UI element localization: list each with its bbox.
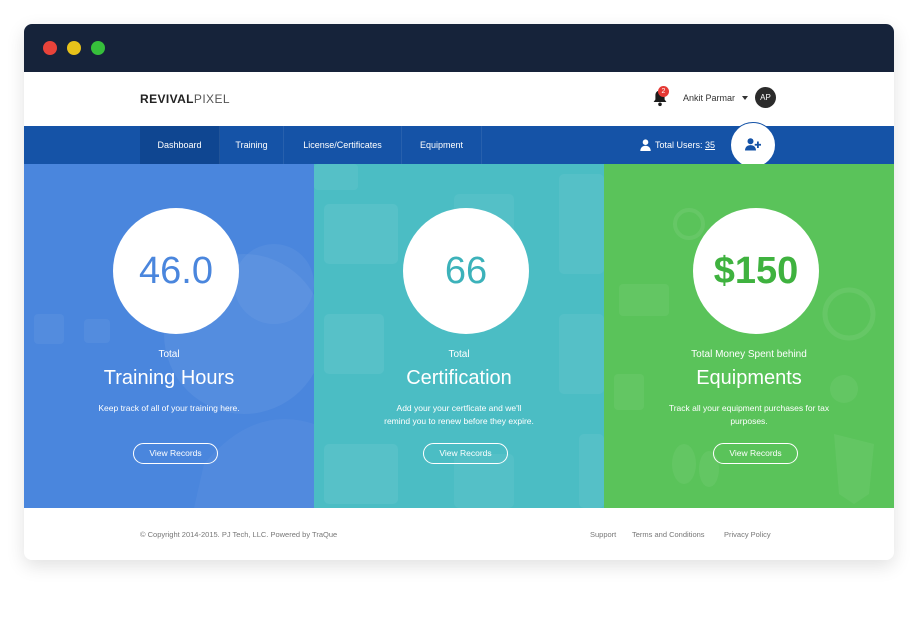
certification-title: Certification bbox=[406, 367, 512, 389]
avatar[interactable]: AP bbox=[755, 87, 776, 108]
main-nav: Dashboard Training License/Certificates … bbox=[24, 122, 894, 168]
user-menu-name[interactable]: Ankit Parmar bbox=[683, 93, 735, 103]
certification-value: 66 bbox=[403, 208, 529, 334]
maximize-window-button[interactable] bbox=[91, 41, 105, 55]
user-icon bbox=[640, 139, 651, 151]
equipments-pretitle: Total Money Spent behind bbox=[691, 349, 807, 360]
total-users-label: Total Users: bbox=[655, 140, 703, 150]
stats-panels: 46.0 Total Training Hours Keep track of … bbox=[24, 164, 894, 508]
equipments-value: $150 bbox=[693, 208, 819, 334]
training-hours-description: Keep track of all of your training here. bbox=[98, 403, 240, 413]
add-user-icon bbox=[745, 138, 761, 151]
footer: © Copyright 2014-2015. PJ Tech, LLC. Pow… bbox=[24, 508, 894, 560]
view-equipment-records-button[interactable]: View Records bbox=[713, 443, 798, 464]
window-titlebar bbox=[24, 24, 894, 72]
certification-description: Add your your certficate and we'll remin… bbox=[384, 403, 534, 426]
logo[interactable]: REVIVALPIXEL bbox=[140, 92, 230, 106]
tab-dashboard[interactable]: Dashboard bbox=[140, 126, 220, 164]
view-training-records-button[interactable]: View Records bbox=[133, 443, 218, 464]
app-header: REVIVALPIXEL 2 Ankit Parmar AP bbox=[24, 72, 894, 126]
certification-pretitle: Total bbox=[448, 349, 470, 360]
certification-panel: 66 Total Certification Add your your cer… bbox=[314, 164, 604, 508]
close-window-button[interactable] bbox=[43, 41, 57, 55]
terms-link[interactable]: Terms and Conditions bbox=[632, 530, 705, 539]
training-hours-pretitle: Total bbox=[158, 349, 180, 360]
logo-bold-text: REVIVAL bbox=[140, 92, 194, 106]
logo-light-text: PIXEL bbox=[193, 92, 230, 106]
view-certification-records-button[interactable]: View Records bbox=[423, 443, 508, 464]
tab-equipment[interactable]: Equipment bbox=[402, 126, 482, 164]
copyright-text: © Copyright 2014-2015. PJ Tech, LLC. Pow… bbox=[140, 530, 338, 539]
equipments-panel: $150 Total Money Spent behind Equipments… bbox=[604, 164, 894, 508]
tab-training[interactable]: Training bbox=[220, 126, 284, 164]
equipments-description: Track all your equipment purchases for t… bbox=[668, 403, 830, 426]
tab-license-certificates[interactable]: License/Certificates bbox=[284, 126, 402, 164]
support-link[interactable]: Support bbox=[590, 530, 616, 539]
training-hours-panel: 46.0 Total Training Hours Keep track of … bbox=[24, 164, 314, 508]
total-users-count[interactable]: 35 bbox=[705, 140, 715, 150]
add-user-button[interactable] bbox=[730, 122, 776, 168]
equipments-title: Equipments bbox=[696, 367, 802, 389]
chevron-down-icon[interactable] bbox=[742, 96, 748, 100]
training-hours-value: 46.0 bbox=[113, 208, 239, 334]
privacy-policy-link[interactable]: Privacy Policy bbox=[724, 530, 771, 539]
training-hours-title: Training Hours bbox=[103, 367, 235, 389]
minimize-window-button[interactable] bbox=[67, 41, 81, 55]
browser-window: REVIVALPIXEL 2 Ankit Parmar AP Dashboard… bbox=[24, 24, 894, 560]
notification-badge: 2 bbox=[658, 86, 669, 97]
